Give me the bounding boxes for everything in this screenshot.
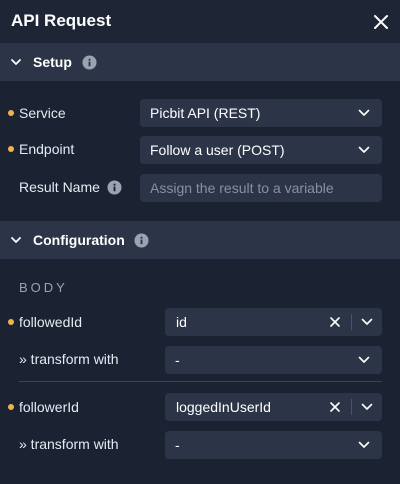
caret-down-icon[interactable] <box>361 403 373 411</box>
transform-value: - <box>175 437 180 453</box>
info-icon[interactable] <box>107 180 122 195</box>
service-label: Service <box>19 105 66 121</box>
result-name-label: Result Name <box>19 179 100 195</box>
param-label-follower-id: followerId <box>19 399 79 415</box>
followed-id-select[interactable]: id <box>165 308 382 336</box>
info-icon[interactable] <box>134 233 149 248</box>
result-name-input[interactable] <box>140 174 382 202</box>
endpoint-select[interactable]: Follow a user (POST) <box>140 136 382 164</box>
body-label: BODY <box>19 280 68 295</box>
transform-select-followed-id[interactable]: - <box>165 346 382 374</box>
transform-value: - <box>175 352 180 368</box>
divider <box>19 381 382 382</box>
follower-id-select[interactable]: loggedInUserId <box>165 393 382 421</box>
combo-separator <box>351 399 352 415</box>
follower-id-value: loggedInUserId <box>176 399 271 415</box>
combo-separator <box>351 314 352 330</box>
caret-down-icon <box>358 109 370 116</box>
required-indicator <box>8 146 14 152</box>
clear-icon[interactable] <box>329 316 341 328</box>
caret-down-icon <box>358 356 370 363</box>
configuration-section-title: Configuration <box>33 232 125 248</box>
param-label-followed-id: followedId <box>19 314 83 330</box>
endpoint-value: Follow a user (POST) <box>150 142 285 158</box>
caret-down-icon[interactable] <box>361 318 373 326</box>
required-indicator <box>8 319 14 325</box>
service-value: Picbit API (REST) <box>150 105 261 121</box>
clear-icon[interactable] <box>329 401 341 413</box>
endpoint-label: Endpoint <box>19 141 75 157</box>
transform-label: » transform with <box>19 351 119 367</box>
info-icon[interactable] <box>82 55 97 70</box>
close-icon[interactable] <box>371 12 391 32</box>
configuration-section-header[interactable]: Configuration <box>0 221 400 259</box>
transform-select-follower-id[interactable]: - <box>165 431 382 459</box>
chevron-down-icon <box>11 237 21 243</box>
caret-down-icon <box>358 146 370 153</box>
setup-section-title: Setup <box>33 54 72 70</box>
panel-title: API Request <box>11 11 112 30</box>
required-indicator <box>8 404 14 410</box>
followed-id-value: id <box>176 314 187 330</box>
transform-label: » transform with <box>19 436 119 452</box>
required-indicator <box>8 110 14 116</box>
chevron-down-icon <box>11 59 21 65</box>
service-select[interactable]: Picbit API (REST) <box>140 99 382 127</box>
panel-header: API Request <box>0 0 400 44</box>
caret-down-icon <box>358 441 370 448</box>
setup-section-header[interactable]: Setup <box>0 43 400 81</box>
